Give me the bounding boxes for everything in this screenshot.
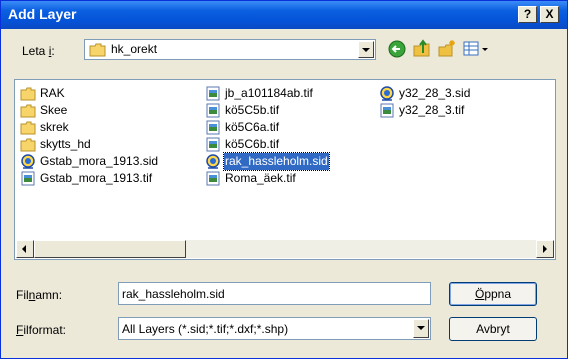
folder-icon	[20, 87, 36, 101]
filename-input[interactable]: rak_hassleholm.sid	[118, 282, 431, 305]
file-name: kö5C6a.tif	[225, 120, 280, 134]
file-name: Roma_äek.tif	[225, 171, 296, 185]
sid-file-icon	[380, 86, 394, 101]
filetype-label: Filformat:	[16, 323, 67, 337]
file-name: kö5C6b.tif	[225, 137, 280, 151]
scroll-thumb[interactable]	[34, 240, 186, 258]
file-name: skrek	[40, 120, 69, 134]
close-button[interactable]: X	[540, 6, 559, 23]
view-menu-icon[interactable]	[462, 39, 490, 59]
sid-file-icon	[21, 154, 35, 169]
tif-file-icon	[21, 171, 35, 186]
filename-label: Filnamn:	[16, 288, 63, 302]
help-button[interactable]: ?	[518, 6, 537, 23]
tif-file-icon	[380, 103, 394, 118]
filename-value: rak_hassleholm.sid	[122, 287, 225, 301]
tif-file-icon	[206, 171, 220, 186]
tif-file-icon	[206, 86, 220, 101]
lookin-dropdown[interactable]: hk_orekt	[84, 39, 376, 60]
filetype-dropdown[interactable]: All Layers (*.sid;*.tif;*.dxf;*.shp)	[118, 317, 431, 340]
file-name: Skee	[40, 103, 68, 117]
up-folder-icon[interactable]	[412, 39, 432, 59]
chevron-down-icon[interactable]	[413, 319, 429, 338]
lookin-value: hk_orekt	[111, 42, 158, 56]
dialog-title: Add Layer	[8, 6, 77, 22]
new-folder-icon[interactable]	[437, 39, 457, 59]
tif-file-icon	[206, 103, 220, 118]
file-name: jb_a101184ab.tif	[225, 86, 313, 100]
file-list[interactable]: RAK Skee skrek skytts_hd Gstab_mora_1913.sid…	[14, 79, 556, 260]
folder-icon	[20, 138, 36, 152]
tif-file-icon	[206, 120, 220, 135]
title-bar[interactable]: Add Layer ? X	[1, 1, 567, 29]
scroll-left-button[interactable]	[16, 240, 34, 258]
horizontal-scrollbar[interactable]	[16, 240, 554, 258]
filetype-value: All Layers (*.sid;*.tif;*.dxf;*.shp)	[122, 322, 289, 336]
file-name: Gstab_mora_1913.sid	[40, 154, 159, 168]
sid-file-icon	[206, 154, 220, 169]
file-name: y32_28_3.sid	[399, 86, 471, 100]
file-name: skytts_hd	[40, 137, 91, 151]
lookin-label: Leta i:	[22, 44, 55, 58]
folder-icon	[89, 43, 106, 57]
cancel-button[interactable]: Avbryt	[449, 317, 537, 341]
scroll-right-button[interactable]	[536, 240, 554, 258]
open-button[interactable]: Öppna	[449, 282, 537, 306]
add-layer-dialog: Add Layer ? X Leta i: hk_orekt RAK Skee sk…	[0, 0, 568, 359]
chevron-down-icon[interactable]	[358, 41, 374, 58]
file-name: y32_28_3.tif	[399, 103, 465, 117]
tif-file-icon	[206, 137, 220, 152]
file-name: RAK	[40, 86, 65, 100]
file-name: Gstab_mora_1913.tif	[40, 171, 153, 185]
folder-icon	[20, 104, 36, 118]
back-arrow-icon[interactable]	[387, 39, 407, 59]
file-name: rak_hassleholm.sid	[223, 152, 330, 171]
file-name: kö5C5b.tif	[225, 103, 280, 117]
folder-icon	[20, 121, 36, 135]
